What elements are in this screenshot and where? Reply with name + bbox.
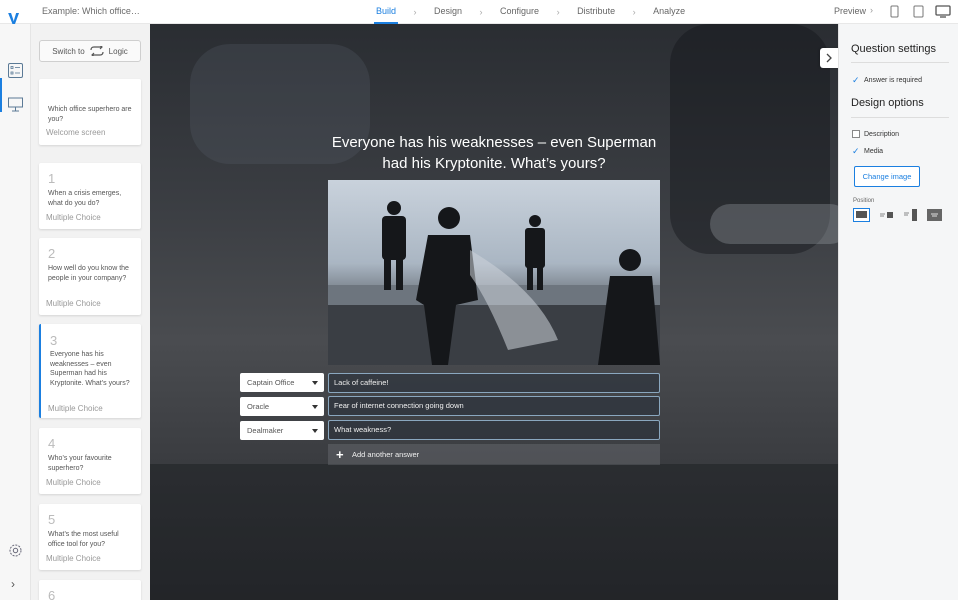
outcome-select[interactable]: Captain Office — [240, 373, 324, 392]
question-card-number: 5 — [48, 512, 56, 527]
document-title[interactable]: Example: Which office… — [42, 6, 140, 16]
design-options-heading: Design options — [851, 97, 924, 109]
checkmark-icon: ✓ — [852, 75, 860, 85]
collapse-settings-button[interactable] — [820, 48, 838, 68]
answer-input[interactable]: What weakness? — [328, 420, 660, 440]
question-card-5[interactable]: 5 What’s the most useful office tool for… — [39, 504, 141, 570]
question-card-number: 1 — [48, 171, 56, 186]
answer-input[interactable]: Fear of internet connection going down — [328, 396, 660, 416]
tab-configure[interactable]: Configure — [496, 0, 543, 24]
question-card-text: Which office superhero are you? — [48, 106, 132, 123]
questions-list-icon[interactable] — [7, 62, 24, 79]
main-tabs: Build › Design › Configure › Distribute … — [372, 0, 689, 24]
position-text-left-icon[interactable] — [878, 208, 895, 222]
question-card-number: 6 — [48, 588, 56, 600]
question-list: Switch to Logic Which office superhero a… — [31, 24, 150, 600]
question-card-type: Multiple Choice — [46, 478, 101, 487]
divider — [851, 117, 949, 118]
question-card-type: Multiple Choice — [46, 554, 101, 563]
tab-build[interactable]: Build — [372, 0, 400, 24]
position-image-right-icon[interactable] — [902, 208, 919, 222]
divider — [851, 62, 949, 63]
question-card-text: How well do you know the people in your … — [48, 265, 129, 282]
media-toggle[interactable]: ✓ Media — [852, 146, 883, 157]
settings-gear-icon[interactable] — [7, 542, 24, 559]
checkbox-icon — [852, 130, 860, 138]
question-card-type: Multiple Choice — [48, 404, 103, 413]
question-card-1[interactable]: 1 When a crisis emerges, what do you do?… — [39, 163, 141, 229]
question-card-type: Multiple Choice — [46, 299, 101, 308]
preview-button[interactable]: Preview — [834, 6, 866, 16]
change-image-button[interactable]: Change image — [854, 166, 920, 187]
question-card-text: What’s the most useful office tool for y… — [48, 531, 119, 548]
answer-required-toggle[interactable]: ✓ Answer is required — [852, 75, 922, 86]
question-media-image[interactable] — [328, 180, 660, 365]
question-heading[interactable]: Everyone has his weaknesses – even Super… — [320, 132, 668, 174]
question-card-text: Everyone has his weaknesses – even Super… — [50, 351, 130, 387]
question-settings-heading: Question settings — [851, 43, 936, 55]
tab-separator-icon: › — [413, 7, 417, 17]
tab-distribute[interactable]: Distribute — [573, 0, 619, 24]
rail-active-indicator — [0, 78, 2, 112]
question-card-welcome[interactable]: Which office superhero are you? Welcome … — [39, 79, 141, 145]
outcome-select-value: Oracle — [247, 402, 270, 411]
switch-to-logic-button[interactable]: Switch to Logic — [39, 40, 141, 62]
description-label: Description — [864, 130, 900, 138]
logic-label: Logic — [108, 46, 128, 56]
question-card-text: Who’s your favourite superhero? — [48, 455, 112, 472]
tab-analyze[interactable]: Analyze — [649, 0, 689, 24]
question-card-type: Multiple Choice — [46, 213, 101, 222]
plus-icon: + — [336, 447, 344, 462]
question-card-2[interactable]: 2 How well do you know the people in you… — [39, 238, 141, 315]
settings-panel: Question settings ✓ Answer is required D… — [838, 24, 958, 600]
position-full-width-icon[interactable] — [853, 208, 870, 222]
answer-input[interactable]: Lack of caffeine! — [328, 373, 660, 393]
question-canvas: Everyone has his weaknesses – even Super… — [150, 24, 838, 600]
expand-chevron-icon[interactable]: › — [11, 577, 15, 591]
desktop-icon[interactable] — [935, 5, 951, 18]
background-decor — [710, 204, 838, 244]
position-label: Position — [853, 198, 875, 204]
dropdown-arrow-icon — [312, 381, 318, 385]
question-card-number: 4 — [48, 436, 56, 451]
phone-icon[interactable] — [890, 5, 899, 18]
chevron-right-icon: › — [870, 5, 873, 15]
question-card-text: When a crisis emerges, what do you do? — [48, 190, 122, 207]
superheroes-photo — [328, 201, 660, 365]
tab-separator-icon: › — [556, 7, 560, 17]
checkmark-icon: ✓ — [852, 146, 860, 156]
presentation-icon[interactable] — [7, 96, 24, 113]
question-card-6[interactable]: 6 — [39, 580, 141, 600]
swap-arrows-icon — [90, 46, 104, 56]
dropdown-arrow-icon — [312, 405, 318, 409]
add-answer-label: Add another answer — [352, 450, 420, 459]
question-card-number: 2 — [48, 246, 56, 261]
question-card-4[interactable]: 4 Who’s your favourite superhero? Multip… — [39, 428, 141, 494]
answer-required-label: Answer is required — [864, 77, 922, 84]
top-bar: y Example: Which office… Build › Design … — [0, 0, 958, 29]
tab-separator-icon: › — [632, 7, 636, 17]
outcome-select[interactable]: Oracle — [240, 397, 324, 416]
tab-design[interactable]: Design — [430, 0, 466, 24]
question-card-type: Welcome screen — [46, 128, 106, 137]
description-toggle[interactable]: Description — [852, 130, 899, 138]
tab-separator-icon: › — [479, 7, 483, 17]
switch-label: Switch to — [52, 46, 85, 56]
outcome-select-value: Dealmaker — [247, 426, 284, 435]
position-background-icon[interactable] — [926, 208, 943, 222]
question-card-3[interactable]: 3 Everyone has his weaknesses – even Sup… — [39, 324, 141, 418]
question-card-number: 3 — [50, 333, 58, 348]
outcome-select-value: Captain Office — [247, 378, 295, 387]
outcome-select[interactable]: Dealmaker — [240, 421, 324, 440]
background-decor — [150, 464, 838, 600]
add-answer-button[interactable]: + Add another answer — [328, 444, 660, 465]
tablet-icon[interactable] — [913, 5, 924, 18]
left-rail: › — [0, 24, 31, 600]
chevron-right-icon — [826, 53, 832, 63]
media-label: Media — [864, 148, 884, 155]
dropdown-arrow-icon — [312, 429, 318, 433]
